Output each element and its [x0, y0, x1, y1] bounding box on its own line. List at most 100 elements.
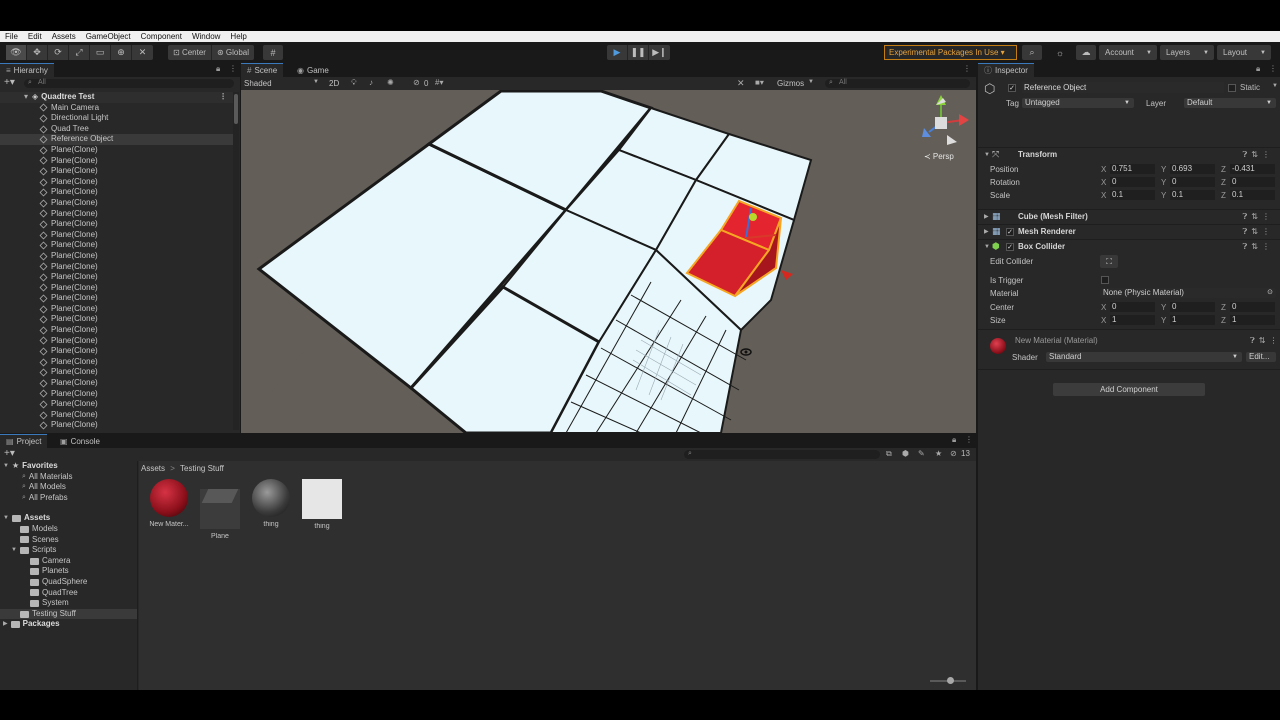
hierarchy-row[interactable]: Plane(Clone) [0, 230, 233, 241]
pivot-center-toggle[interactable]: ⊡ Center [168, 45, 212, 60]
grid-toggle-icon[interactable]: #▾ [435, 78, 443, 87]
rotation-y-value[interactable]: 0 [1170, 177, 1215, 187]
favorite-star-icon[interactable]: ★ [935, 449, 942, 458]
menu-file[interactable]: File [0, 31, 23, 42]
menu-window[interactable]: Window [187, 31, 225, 42]
size-y-value[interactable]: 1 [1170, 315, 1215, 325]
folder-row-models[interactable]: Models [0, 524, 137, 535]
scale-y-value[interactable]: 0.1 [1170, 190, 1215, 200]
component-controls-icon[interactable]: ❓︎⇅⋮ [1242, 242, 1274, 252]
position-z-value[interactable]: -0.431 [1230, 164, 1275, 174]
account-dropdown[interactable]: Account ▼ [1099, 45, 1157, 60]
folder-row-testing-stuff[interactable]: Testing Stuff [0, 608, 137, 620]
position-x-field[interactable]: X 0.751 [1101, 164, 1155, 174]
hierarchy-row[interactable]: Plane(Clone) [0, 410, 233, 421]
more-menu-icon[interactable]: ⋮ [229, 64, 237, 73]
center-x-value[interactable]: 0 [1110, 302, 1155, 312]
edit-collider-button[interactable]: ⛶ [1100, 255, 1118, 268]
slider-knob[interactable] [947, 677, 954, 684]
size-z-field[interactable]: Z1 [1221, 315, 1275, 325]
hierarchy-row[interactable]: Directional Light [0, 113, 233, 124]
hierarchy-row[interactable]: Plane(Clone) [0, 367, 233, 378]
mesh-filter-header[interactable]: ▶ ▦ Cube (Mesh Filter) ❓︎⇅⋮ [978, 209, 1280, 223]
folder-row-planets[interactable]: Planets [0, 566, 137, 577]
size-x-value[interactable]: 1 [1110, 315, 1155, 325]
hierarchy-row[interactable]: Plane(Clone) [0, 219, 233, 230]
add-icon[interactable]: +▾ [4, 448, 15, 459]
packages-row[interactable]: ▶ Packages [0, 619, 137, 630]
audio-icon[interactable]: ♪ [369, 78, 373, 87]
rotation-z-value[interactable]: 0 [1230, 177, 1275, 187]
hierarchy-row[interactable]: Main Camera [0, 103, 233, 114]
center-x-field[interactable]: X0 [1101, 302, 1155, 312]
menu-component[interactable]: Component [136, 31, 187, 42]
is-trigger-checkbox[interactable] [1101, 276, 1109, 284]
play-icon[interactable]: ▶ [607, 45, 628, 60]
hierarchy-row[interactable]: Plane(Clone) [0, 145, 233, 156]
menu-gameobject[interactable]: GameObject [81, 31, 136, 42]
scale-x-field[interactable]: X 0.1 [1101, 190, 1155, 200]
hierarchy-row[interactable]: Plane(Clone) [0, 293, 233, 304]
orientation-gizmo[interactable] [922, 95, 969, 145]
hand-tool-icon[interactable]: 👁 [6, 45, 27, 60]
tag-icon[interactable]: ✎ [918, 449, 925, 458]
hierarchy-row[interactable]: Plane(Clone) [0, 314, 233, 325]
component-controls-icon[interactable]: ❓︎⇅⋮ [1242, 150, 1274, 160]
target-icon[interactable]: ⊙ [1267, 288, 1273, 298]
asset-item[interactable]: thing [300, 479, 344, 530]
box-collider-header[interactable]: ▼ ⬢ ✓ Box Collider ❓︎⇅⋮ [978, 239, 1280, 253]
scale-tool-icon[interactable]: ⤢ [69, 45, 90, 60]
favorites-row[interactable]: ▼ ★ Favorites [0, 461, 137, 472]
more-menu-icon[interactable]: ⋮ [963, 64, 971, 73]
lock-icon[interactable]: 🔒︎ [1256, 64, 1260, 74]
tab-scene[interactable]: # Scene [241, 63, 284, 77]
more-menu-icon[interactable]: ⋮ [1269, 64, 1277, 73]
mesh-renderer-checkbox[interactable]: ✓ [1006, 227, 1014, 236]
asset-item[interactable]: Plane [198, 479, 242, 540]
scrollbar-thumb[interactable] [234, 94, 238, 124]
folder-row-system[interactable]: System [0, 598, 137, 609]
lock-icon[interactable]: 🔒︎ [952, 435, 956, 445]
position-y-field[interactable]: Y 0.693 [1161, 164, 1215, 174]
assets-row[interactable]: ▼ Assets [0, 513, 137, 524]
folder-row-scenes[interactable]: Scenes [0, 535, 137, 546]
rect-tool-icon[interactable]: ▭ [90, 45, 111, 60]
scale-z-field[interactable]: Z 0.1 [1221, 190, 1275, 200]
add-icon[interactable]: +▾ [4, 77, 15, 88]
lock-icon[interactable]: 🔒︎ [216, 64, 220, 74]
scale-z-value[interactable]: 0.1 [1230, 190, 1275, 200]
search-icon[interactable]: ⌕ [1022, 45, 1042, 60]
position-x-value[interactable]: 0.751 [1110, 164, 1155, 174]
folder-row-quadsphere[interactable]: QuadSphere [0, 577, 137, 588]
visibility-icon[interactable]: ⊘ [413, 78, 420, 87]
hierarchy-row[interactable]: Plane(Clone) [0, 187, 233, 198]
center-z-value[interactable]: 0 [1230, 302, 1275, 312]
tab-inspector[interactable]: ⓘ Inspector [978, 63, 1034, 77]
position-z-field[interactable]: Z -0.431 [1221, 164, 1275, 174]
menu-assets[interactable]: Assets [47, 31, 81, 42]
object-name-field[interactable]: Reference Object [1022, 82, 1224, 93]
hierarchy-row[interactable]: Plane(Clone) [0, 325, 233, 336]
tab-hierarchy[interactable]: ≡ Hierarchy [0, 63, 54, 77]
scene-viewport[interactable]: ≺ Persp [241, 90, 976, 433]
camera-icon[interactable]: ■▾ [755, 78, 764, 87]
transform-tool-icon[interactable]: ⊕ [111, 45, 132, 60]
folder-row-scripts[interactable]: ▼ Scripts [0, 545, 137, 556]
hierarchy-row[interactable]: Plane(Clone) [0, 346, 233, 357]
hierarchy-row[interactable]: Plane(Clone) [0, 304, 233, 315]
hierarchy-row[interactable]: Plane(Clone) [0, 156, 233, 167]
hierarchy-search-input[interactable]: ⌕ All [24, 79, 234, 88]
center-y-value[interactable]: 0 [1170, 302, 1215, 312]
projection-label[interactable]: ≺ Persp [924, 152, 954, 161]
search-by-type-icon[interactable]: ⧉ [886, 449, 892, 459]
rotation-x-field[interactable]: X0 [1101, 177, 1155, 187]
breadcrumb-testing-stuff[interactable]: Testing Stuff [180, 464, 224, 473]
hierarchy-row[interactable]: Plane(Clone) [0, 283, 233, 294]
size-y-field[interactable]: Y1 [1161, 315, 1215, 325]
move-tool-icon[interactable]: ✥ [27, 45, 48, 60]
rotation-y-field[interactable]: Y0 [1161, 177, 1215, 187]
scene-root-row[interactable]: ▾ ◈ Quadtree Test ⋮ [0, 92, 233, 103]
mesh-renderer-header[interactable]: ▶ ▦ ✓ Mesh Renderer ❓︎⇅⋮ [978, 224, 1280, 238]
hierarchy-row[interactable]: Plane(Clone) [0, 420, 233, 431]
center-y-field[interactable]: Y0 [1161, 302, 1215, 312]
